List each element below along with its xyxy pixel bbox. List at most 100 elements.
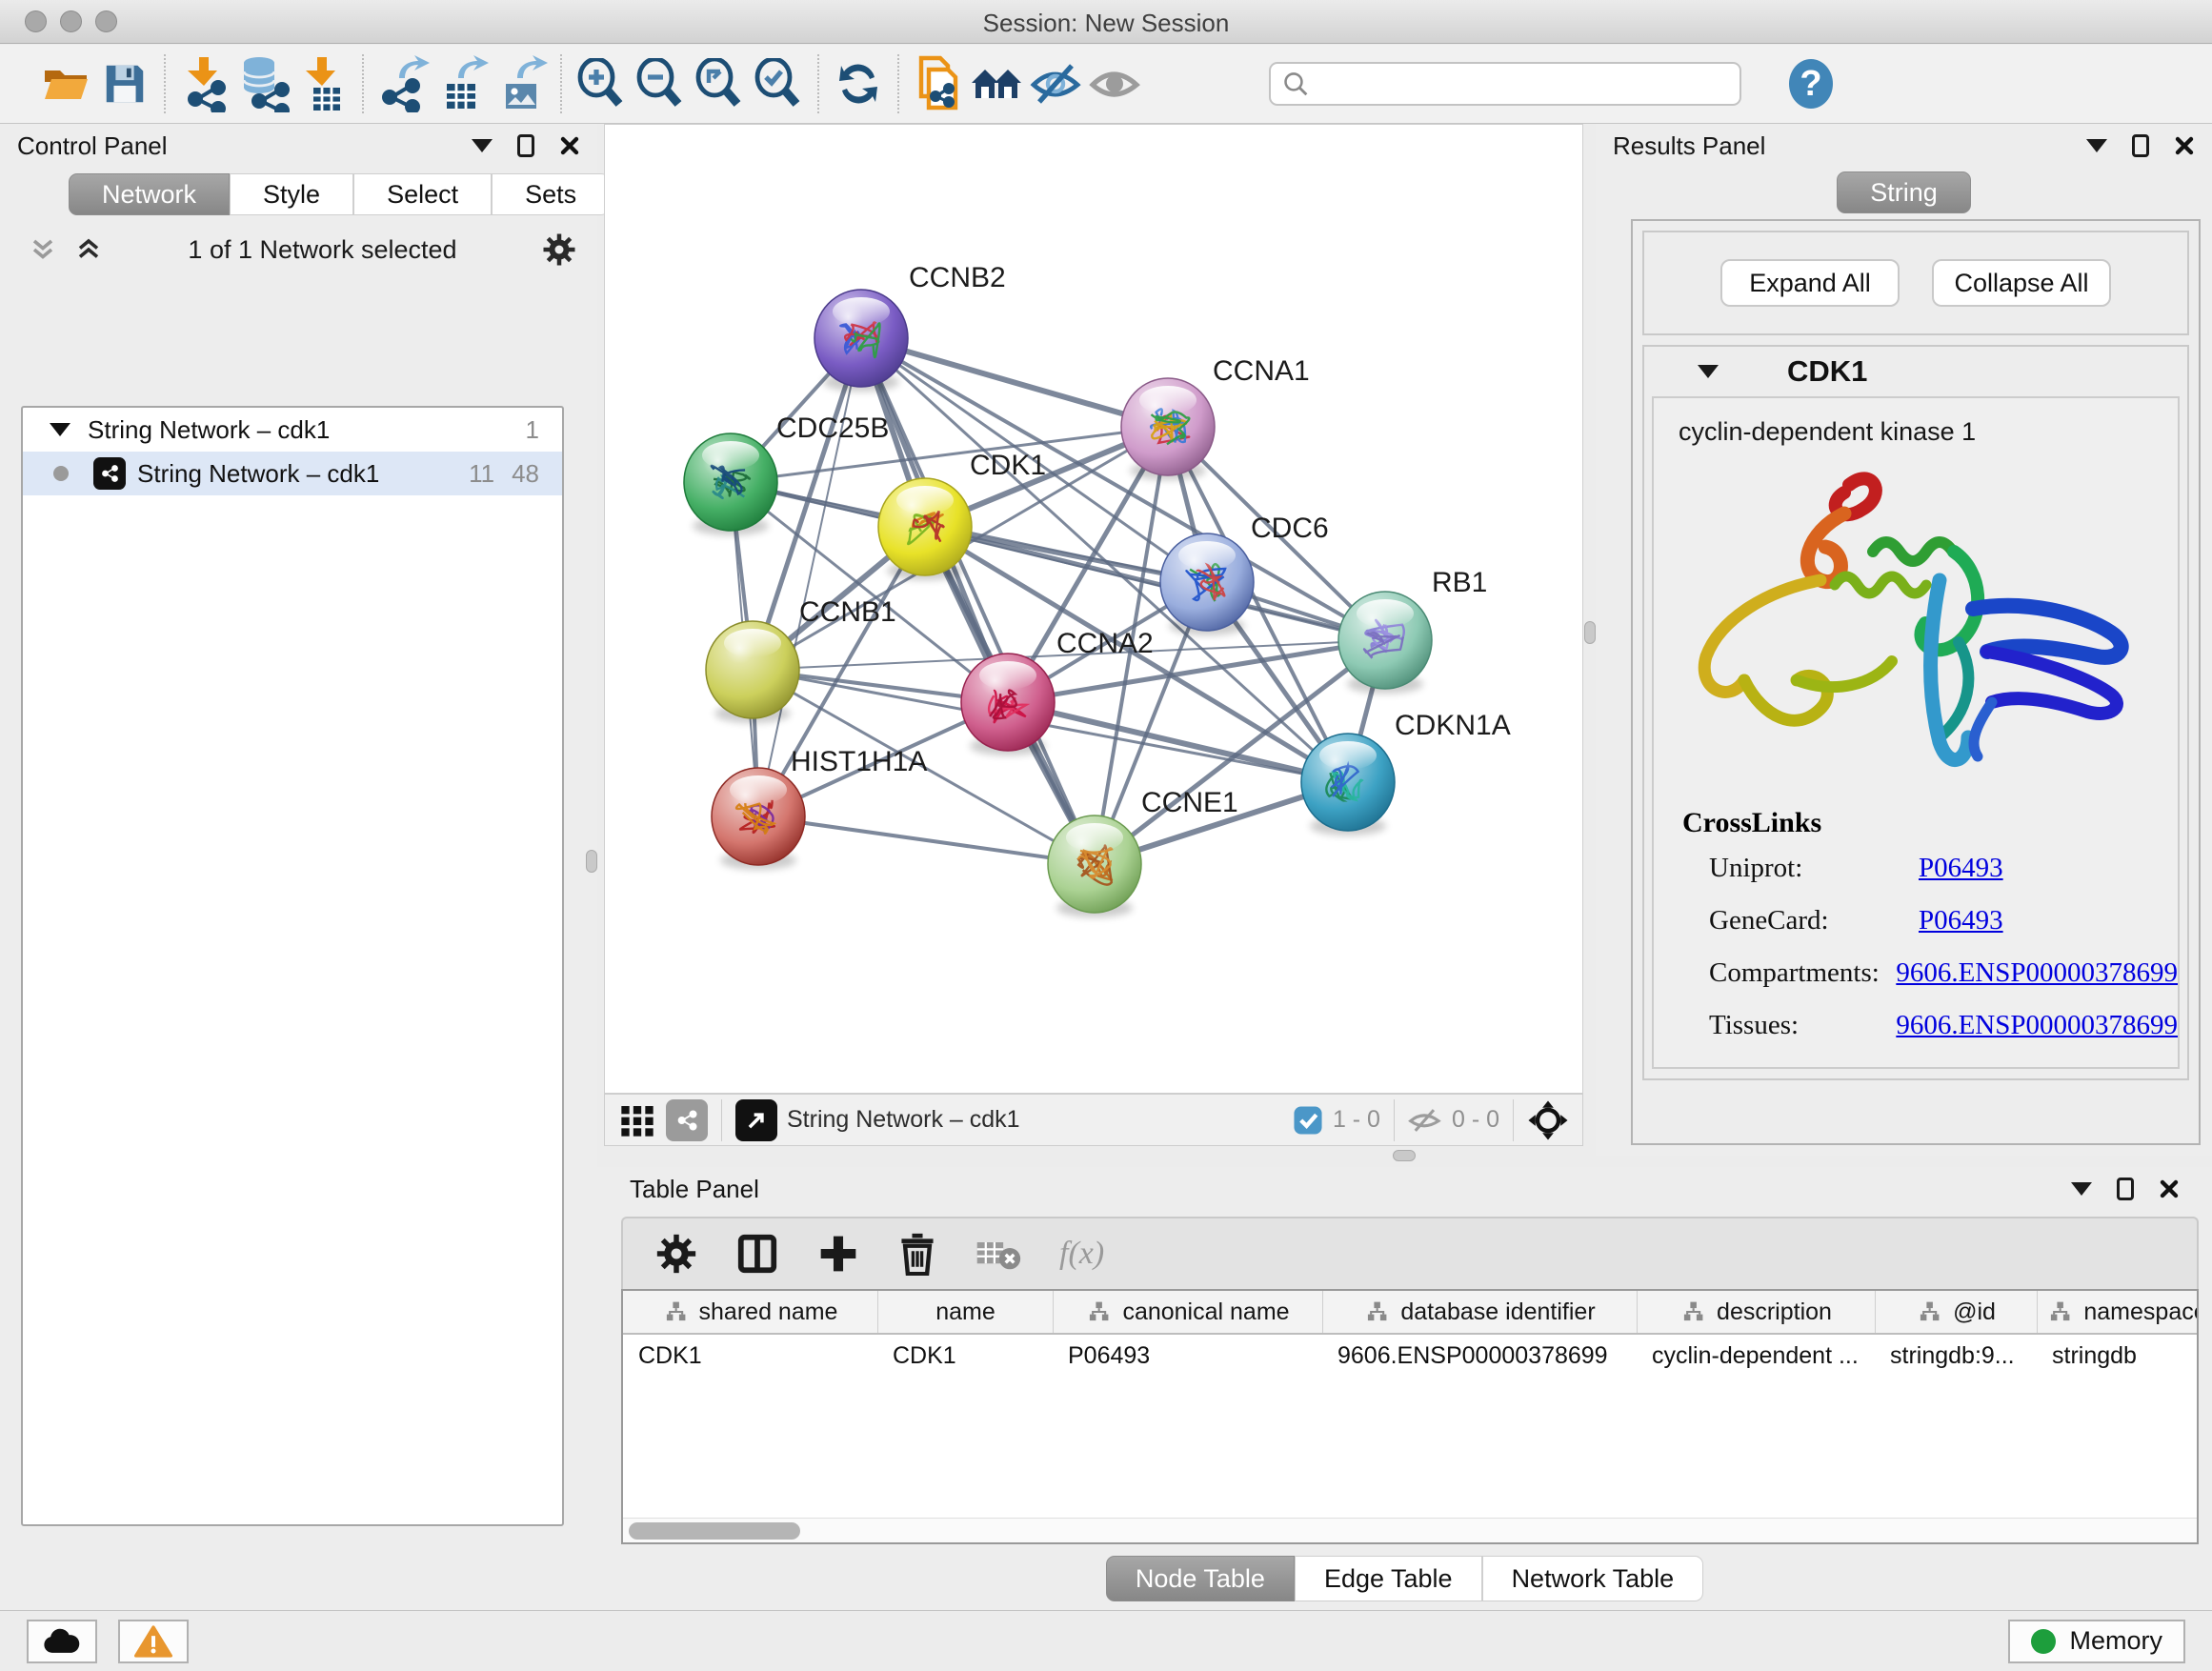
crosslink-link[interactable]: 9606.ENSP00000378699 bbox=[1896, 1010, 2178, 1040]
crosslink-link[interactable]: P06493 bbox=[1919, 853, 2003, 883]
table-panel-float-button[interactable] bbox=[2117, 1178, 2134, 1200]
table-cell[interactable]: stringdb:9... bbox=[1875, 1335, 2037, 1379]
refresh-button[interactable] bbox=[829, 50, 888, 117]
control-panel-menu-button[interactable] bbox=[472, 139, 493, 152]
results-panel-menu-button[interactable] bbox=[2086, 139, 2107, 152]
gene-collapse-icon[interactable] bbox=[1698, 365, 1719, 378]
network-node-CCNA1[interactable]: CCNA1 bbox=[1121, 355, 1310, 480]
right-splitter-handle[interactable] bbox=[1584, 621, 1596, 644]
network-edge-CCNA2-CDKN1A[interactable] bbox=[1008, 702, 1348, 782]
network-node-RB1[interactable]: RB1 bbox=[1338, 567, 1487, 694]
tab-network-table[interactable]: Network Table bbox=[1482, 1556, 1704, 1601]
scrollbar-thumb[interactable] bbox=[629, 1522, 800, 1540]
crosslink-link[interactable]: P06493 bbox=[1919, 905, 2003, 936]
search-input[interactable] bbox=[1309, 70, 1728, 97]
column-header-namespace[interactable]: namespace bbox=[2037, 1291, 2199, 1333]
help-button[interactable]: ? bbox=[1781, 50, 1840, 117]
expand-all-button[interactable]: Expand All bbox=[1720, 259, 1900, 307]
tab-node-table[interactable]: Node Table bbox=[1106, 1556, 1295, 1601]
results-panel-float-button[interactable] bbox=[2132, 134, 2149, 157]
control-panel-close-button[interactable] bbox=[559, 135, 580, 156]
grid-mode-icon[interactable] bbox=[618, 1101, 656, 1139]
network-edge-CCNB2-HIST1H1A[interactable] bbox=[758, 338, 861, 816]
network-collection-row[interactable]: String Network – cdk1 1 bbox=[23, 408, 562, 452]
export-network-button[interactable] bbox=[373, 50, 432, 117]
show-all-button[interactable] bbox=[1086, 50, 1145, 117]
tab-edge-table[interactable]: Edge Table bbox=[1295, 1556, 1482, 1601]
show-columns-icon[interactable] bbox=[735, 1232, 779, 1276]
save-session-button[interactable] bbox=[95, 50, 154, 117]
crosslink-link[interactable]: P06493 bbox=[1919, 1062, 2003, 1069]
expand-all-icon[interactable] bbox=[74, 235, 103, 264]
network-node-HIST1H1A[interactable]: HIST1H1A bbox=[712, 746, 927, 870]
collapse-all-icon[interactable] bbox=[29, 235, 57, 264]
tree-expander-icon[interactable] bbox=[50, 423, 70, 436]
network-row[interactable]: String Network – cdk1 11 48 bbox=[23, 452, 562, 495]
gear-icon[interactable] bbox=[542, 232, 576, 267]
network-node-CCNE1[interactable]: CCNE1 bbox=[1048, 787, 1238, 917]
cloud-status-button[interactable] bbox=[27, 1620, 97, 1663]
zoom-out-button[interactable] bbox=[631, 50, 690, 117]
table-cell[interactable]: CDK1 bbox=[877, 1335, 1053, 1379]
function-builder-icon[interactable]: f(x) bbox=[1059, 1236, 1104, 1272]
zoom-fit-button[interactable] bbox=[690, 50, 749, 117]
collapse-all-button[interactable]: Collapse All bbox=[1932, 259, 2111, 307]
network-node-CDC6[interactable]: CDC6 bbox=[1160, 513, 1329, 635]
table-panel-close-button[interactable] bbox=[2159, 1178, 2180, 1199]
control-panel-float-button[interactable] bbox=[517, 134, 534, 157]
table-settings-gear-icon[interactable] bbox=[655, 1233, 697, 1275]
node-label-CDK1: CDK1 bbox=[970, 450, 1046, 481]
tab-select[interactable]: Select bbox=[353, 173, 492, 215]
network-edge-CCNB2-CCNE1[interactable] bbox=[861, 338, 1095, 864]
network-node-CCNB1[interactable]: CCNB1 bbox=[706, 596, 896, 723]
warning-status-button[interactable] bbox=[118, 1620, 189, 1663]
table-panel-menu-button[interactable] bbox=[2071, 1182, 2092, 1196]
detach-view-button[interactable] bbox=[735, 1099, 777, 1141]
export-image-button[interactable] bbox=[492, 50, 551, 117]
memory-status-dot bbox=[2031, 1629, 2056, 1654]
delete-table-icon[interactable] bbox=[975, 1235, 1021, 1273]
clone-network-button[interactable] bbox=[909, 50, 968, 117]
open-file-button[interactable] bbox=[36, 50, 95, 117]
zoom-selected-button[interactable] bbox=[749, 50, 808, 117]
hide-selected-button[interactable] bbox=[1027, 50, 1086, 117]
left-splitter-handle[interactable] bbox=[586, 850, 597, 873]
zoom-in-button[interactable] bbox=[572, 50, 631, 117]
memory-button[interactable]: Memory bbox=[2008, 1620, 2185, 1663]
delete-column-trash-icon[interactable] bbox=[897, 1232, 937, 1276]
column-header--id[interactable]: @id bbox=[1875, 1291, 2037, 1333]
column-header-description[interactable]: description bbox=[1637, 1291, 1875, 1333]
column-header-name[interactable]: name bbox=[877, 1291, 1053, 1333]
tab-sets[interactable]: Sets bbox=[492, 173, 610, 215]
add-column-plus-icon[interactable] bbox=[817, 1233, 859, 1275]
table-cell[interactable]: stringdb bbox=[2037, 1335, 2199, 1379]
network-node-CDKN1A[interactable]: CDKN1A bbox=[1301, 710, 1511, 836]
export-table-button[interactable] bbox=[432, 50, 492, 117]
tab-network[interactable]: Network bbox=[69, 173, 230, 215]
import-network-file-button[interactable] bbox=[175, 50, 234, 117]
import-table-file-button[interactable] bbox=[293, 50, 352, 117]
table-row[interactable]: CDK1CDK1P064939606.ENSP00000378699cyclin… bbox=[623, 1335, 2197, 1379]
bottom-splitter-handle[interactable] bbox=[1393, 1150, 1416, 1161]
network-canvas[interactable]: CCNB2CCNA1CDC25BCDK1CDC6RB1CCNB1CCNA2CDK… bbox=[604, 124, 1583, 1094]
table-cell[interactable]: cyclin-dependent ... bbox=[1637, 1335, 1875, 1379]
search-bar[interactable] bbox=[1269, 62, 1741, 106]
import-network-database-button[interactable] bbox=[234, 50, 293, 117]
table-horizontal-scrollbar[interactable] bbox=[623, 1518, 2197, 1542]
results-panel-close-button[interactable] bbox=[2174, 135, 2195, 156]
network-view-icon[interactable] bbox=[666, 1099, 708, 1141]
crosslink-link[interactable]: 9606.ENSP00000378699 bbox=[1896, 957, 2178, 988]
network-edge-HIST1H1A-CCNE1[interactable] bbox=[758, 816, 1095, 864]
tab-style[interactable]: Style bbox=[230, 173, 353, 215]
network-edge-CCNB2-CCNA1[interactable] bbox=[861, 338, 1168, 427]
column-header-shared-name[interactable]: shared name bbox=[623, 1291, 877, 1333]
tab-string[interactable]: String bbox=[1837, 171, 1971, 213]
column-header-database-identifier[interactable]: database identifier bbox=[1322, 1291, 1637, 1333]
table-cell[interactable]: P06493 bbox=[1053, 1335, 1322, 1379]
table-cell[interactable]: 9606.ENSP00000378699 bbox=[1322, 1335, 1637, 1379]
selected-checkbox-icon[interactable] bbox=[1293, 1105, 1323, 1136]
first-neighbors-button[interactable] bbox=[968, 50, 1027, 117]
column-header-canonical-name[interactable]: canonical name bbox=[1053, 1291, 1322, 1333]
fit-content-crosshair-icon[interactable] bbox=[1527, 1099, 1569, 1141]
table-cell[interactable]: CDK1 bbox=[623, 1335, 877, 1379]
